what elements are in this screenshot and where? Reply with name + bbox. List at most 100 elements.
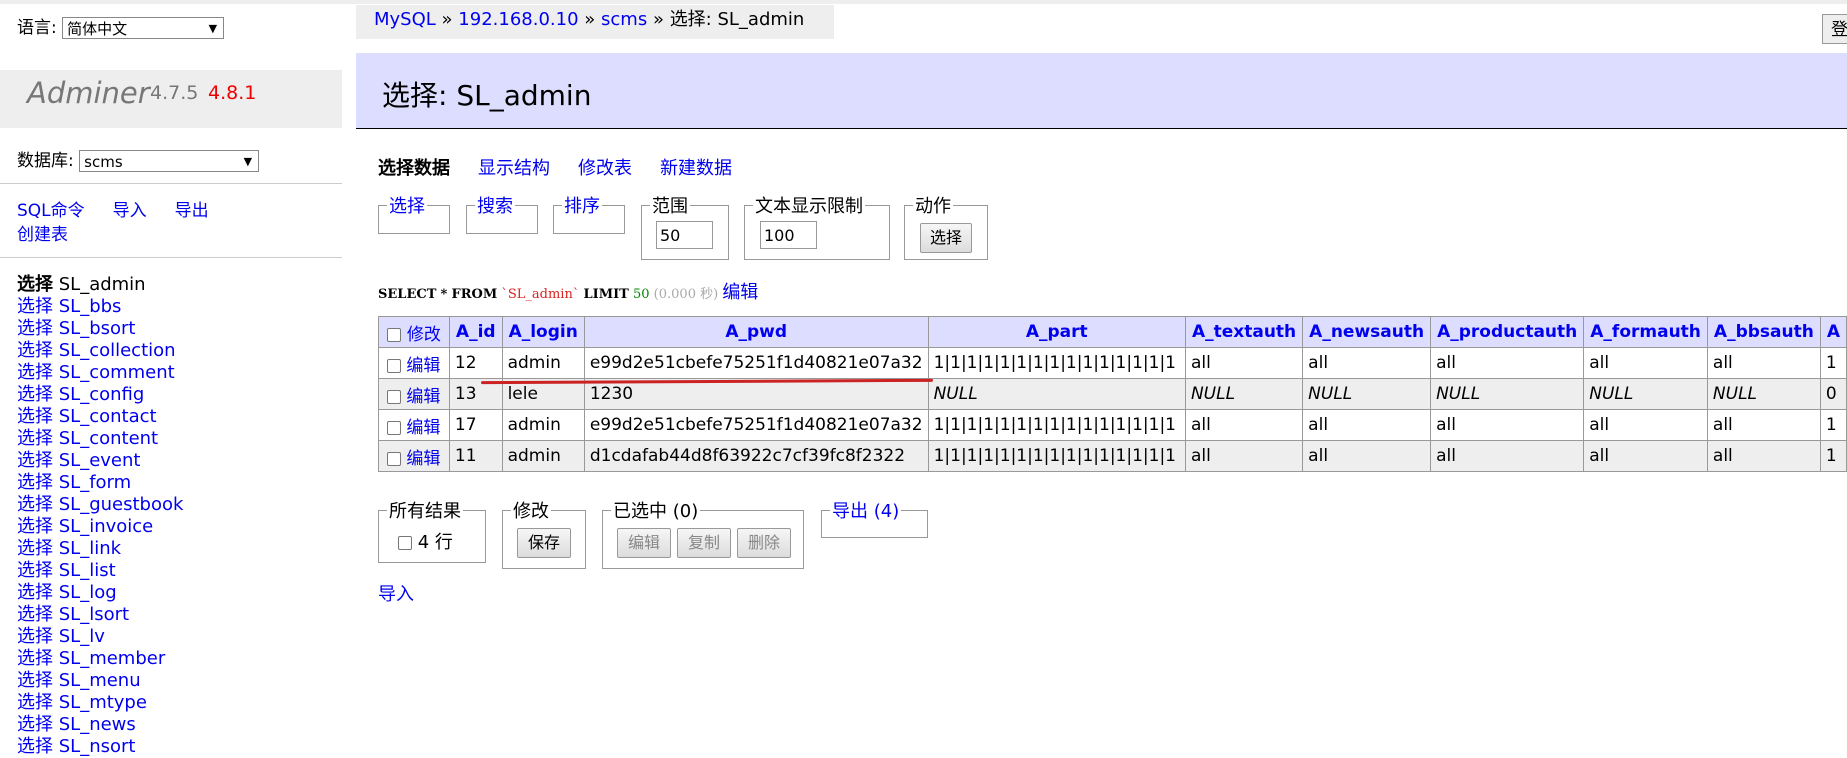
select-table-link[interactable]: 选择 [17, 274, 53, 295]
select-table-link[interactable]: 选择 [17, 428, 53, 449]
table-name-link[interactable]: SL_list [59, 560, 116, 581]
select-table-link[interactable]: 选择 [17, 692, 53, 713]
select-table-link[interactable]: 选择 [17, 714, 53, 735]
table-cell[interactable]: all [1184, 440, 1304, 472]
select-columns-link[interactable]: 选择 [387, 192, 427, 218]
table-cell[interactable]: all [1184, 347, 1304, 379]
row-edit-link[interactable]: 编辑 [406, 356, 440, 376]
table-cell[interactable]: all [1430, 347, 1585, 379]
logout-button[interactable]: 登 [1822, 14, 1847, 44]
table-cell[interactable]: e99d2e51cbefe75251f1d40821e07a32 [583, 409, 929, 441]
select-table-link[interactable]: 选择 [17, 362, 53, 383]
search-link[interactable]: 搜索 [475, 192, 515, 218]
select-table-link[interactable]: 选择 [17, 670, 53, 691]
tab-new-item[interactable]: 新建数据 [660, 158, 732, 179]
column-header[interactable]: A_productauth [1430, 316, 1585, 348]
table-name-link[interactable]: SL_member [59, 648, 166, 669]
import-link[interactable]: 导入 [113, 201, 147, 221]
column-header[interactable]: A_newsauth [1302, 316, 1432, 348]
tab-alter-table[interactable]: 修改表 [578, 158, 632, 179]
table-cell[interactable]: NULL [927, 378, 1186, 410]
table-cell[interactable]: 1|1|1|1|1|1|1|1|1|1|1|1|1|1|1 [927, 409, 1186, 441]
row-checkbox[interactable] [387, 420, 401, 435]
table-cell[interactable]: all [1706, 347, 1821, 379]
create-table-link[interactable]: 创建表 [17, 225, 68, 245]
table-cell[interactable]: all [1430, 409, 1585, 441]
table-cell[interactable]: all [1302, 440, 1432, 472]
table-cell[interactable]: 1 [1819, 440, 1847, 472]
modify-header-link[interactable]: 修改 [407, 325, 441, 345]
edit-query-link[interactable]: 编辑 [722, 282, 758, 303]
column-header[interactable]: A [1819, 316, 1847, 348]
breadcrumb-mysql[interactable]: MySQL [374, 9, 436, 30]
table-name-link[interactable]: SL_admin [59, 274, 146, 295]
table-cell[interactable]: 12 [448, 347, 503, 379]
database-select[interactable]: scms ▼ [79, 150, 260, 172]
table-name-link[interactable]: SL_bsort [59, 318, 136, 339]
table-cell[interactable]: all [1583, 440, 1708, 472]
table-cell[interactable]: NULL [1302, 378, 1432, 410]
column-header[interactable]: A_id [448, 316, 503, 348]
table-name-link[interactable]: SL_lv [59, 626, 105, 647]
new-version[interactable]: 4.8.1 [208, 82, 256, 104]
table-cell[interactable]: NULL [1430, 378, 1585, 410]
table-cell[interactable]: all [1706, 440, 1821, 472]
select-table-link[interactable]: 选择 [17, 340, 53, 361]
table-name-link[interactable]: SL_invoice [59, 516, 154, 537]
row-checkbox[interactable] [387, 358, 401, 373]
select-table-link[interactable]: 选择 [17, 560, 53, 581]
brand-name[interactable]: Adminer [27, 76, 150, 110]
table-cell[interactable]: all [1706, 409, 1821, 441]
table-cell[interactable]: 1 [1819, 409, 1847, 441]
delete-selected-button[interactable]: 删除 [737, 528, 791, 558]
table-cell[interactable]: all [1302, 409, 1432, 441]
table-cell[interactable]: all [1184, 409, 1304, 441]
table-cell[interactable]: admin [501, 440, 585, 472]
tab-show-structure[interactable]: 显示结构 [478, 158, 550, 179]
table-name-link[interactable]: SL_menu [59, 670, 141, 691]
select-table-link[interactable]: 选择 [17, 296, 53, 317]
table-cell[interactable]: NULL [1184, 378, 1304, 410]
table-cell[interactable]: 1|1|1|1|1|1|1|1|1|1|1|1|1|1|1 [927, 440, 1186, 472]
select-all-checkbox[interactable] [387, 327, 401, 342]
save-button[interactable]: 保存 [517, 528, 571, 558]
table-cell[interactable]: 1 [1819, 347, 1847, 379]
select-table-link[interactable]: 选择 [17, 318, 53, 339]
select-table-link[interactable]: 选择 [17, 494, 53, 515]
table-name-link[interactable]: SL_guestbook [59, 494, 184, 515]
table-cell[interactable]: admin [501, 347, 585, 379]
table-name-link[interactable]: SL_bbs [59, 296, 122, 317]
select-table-link[interactable]: 选择 [17, 736, 53, 757]
export-results-link[interactable]: 导出 (4) [830, 497, 901, 523]
import-data-link[interactable]: 导入 [378, 580, 414, 606]
language-select[interactable]: 简体中文 ▼ [62, 17, 225, 39]
table-cell[interactable]: all [1583, 347, 1708, 379]
sql-command-link[interactable]: SQL命令 [17, 201, 85, 221]
column-header[interactable]: A_bbsauth [1706, 316, 1821, 348]
row-edit-link[interactable]: 编辑 [406, 418, 440, 438]
table-cell[interactable]: 17 [448, 409, 503, 441]
table-cell[interactable]: admin [501, 409, 585, 441]
table-cell[interactable]: d1cdafab44d8f63922c7cf39fc8f2322 [583, 440, 929, 472]
text-limit-input[interactable]: 100 [760, 221, 817, 249]
breadcrumb-db[interactable]: scms [601, 9, 647, 30]
select-table-link[interactable]: 选择 [17, 384, 53, 405]
row-edit-link[interactable]: 编辑 [406, 449, 440, 469]
tab-select-data[interactable]: 选择数据 [378, 158, 450, 179]
table-name-link[interactable]: SL_contact [59, 406, 157, 427]
table-cell[interactable]: 0 [1819, 378, 1847, 410]
table-cell[interactable]: 11 [448, 440, 503, 472]
version[interactable]: 4.7.5 [150, 82, 198, 104]
limit-input[interactable]: 50 [656, 221, 713, 249]
select-table-link[interactable]: 选择 [17, 472, 53, 493]
table-name-link[interactable]: SL_nsort [59, 736, 136, 757]
column-header[interactable]: A_pwd [583, 316, 929, 348]
select-table-link[interactable]: 选择 [17, 516, 53, 537]
column-header[interactable]: A_formauth [1583, 316, 1708, 348]
row-checkbox[interactable] [387, 451, 401, 466]
table-cell[interactable]: NULL [1583, 378, 1708, 410]
table-name-link[interactable]: SL_collection [59, 340, 176, 361]
table-name-link[interactable]: SL_mtype [59, 692, 147, 713]
select-table-link[interactable]: 选择 [17, 538, 53, 559]
column-header[interactable]: A_part [927, 316, 1186, 348]
